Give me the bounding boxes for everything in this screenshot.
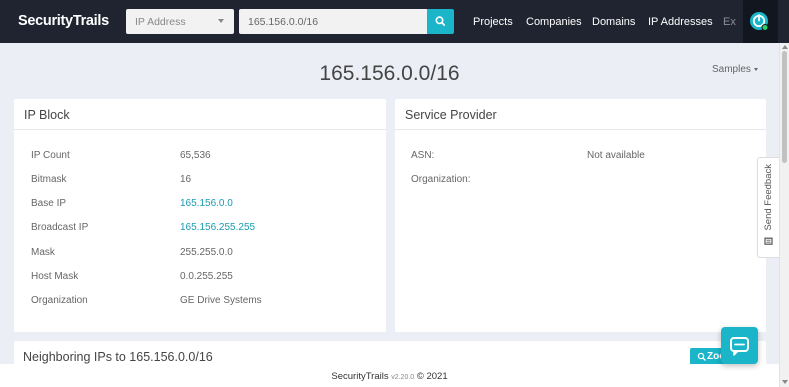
samples-dropdown[interactable]: Samples [712, 64, 758, 75]
row-value-asn: Not available [587, 150, 645, 161]
service-provider-header: Service Provider [395, 99, 766, 130]
search-type-value: IP Address [135, 16, 186, 28]
chevron-down-icon [218, 19, 224, 23]
user-menu-button[interactable] [743, 0, 778, 43]
search-icon [435, 16, 446, 26]
feedback-icon [764, 237, 774, 245]
samples-label: Samples [712, 64, 751, 75]
row-label-bitmask: Bitmask [31, 174, 67, 185]
row-label-host-mask: Host Mask [31, 271, 79, 282]
row-value-host-mask: 0.0.255.255 [180, 271, 233, 282]
ip-block-header: IP Block [14, 99, 386, 130]
search-button[interactable] [427, 9, 454, 34]
row-value-ip-count: 65,536 [180, 150, 211, 161]
ip-block-title: IP Block [24, 108, 70, 122]
scroll-up-icon[interactable] [782, 45, 788, 49]
neighboring-ips-title: Neighboring IPs to 165.156.0.0/16 [23, 350, 213, 364]
service-provider-title: Service Provider [405, 108, 497, 122]
service-provider-card: Service Provider ASN: Not available Orga… [395, 99, 766, 332]
footer-brand: SecurityTrails [331, 371, 389, 382]
row-value-bitmask: 16 [180, 174, 192, 185]
row-label-mask: Mask [31, 247, 55, 258]
nav-projects[interactable]: Projects [473, 16, 513, 28]
search-type-select[interactable]: IP Address [126, 9, 234, 34]
nav-overflow-label: Ex [723, 16, 736, 28]
page-title: 165.156.0.0/16 [319, 62, 460, 85]
nav-companies[interactable]: Companies [526, 16, 582, 28]
row-label-ip-count: IP Count [31, 150, 70, 161]
footer-copyright: © 2021 [416, 371, 448, 382]
row-label-organization: Organization [31, 295, 88, 306]
power-icon [750, 12, 769, 31]
nav-domains[interactable]: Domains [592, 16, 635, 28]
send-feedback-tab[interactable]: Send Feedback [757, 157, 779, 258]
row-label-asn: ASN: [411, 150, 435, 161]
chat-icon [730, 337, 749, 356]
nav-ip-addresses[interactable]: IP Addresses [648, 16, 713, 28]
scrollbar-thumb[interactable] [782, 51, 787, 163]
broadcast-ip-link[interactable]: 165.156.255.255 [180, 222, 255, 233]
row-label-sp-organization: Organization: [411, 174, 471, 185]
base-ip-link[interactable]: 165.156.0.0 [180, 198, 233, 209]
row-label-broadcast-ip: Broadcast IP [31, 222, 89, 233]
footer: SecurityTrails v2.20.0 © 2021 [0, 364, 779, 387]
scroll-down-icon[interactable] [782, 380, 788, 384]
chevron-down-icon [753, 67, 758, 71]
row-value-mask: 255.255.0.0 [180, 247, 233, 258]
footer-version: v2.20.0 [391, 374, 415, 381]
page-scrollbar[interactable] [779, 43, 789, 387]
ip-block-card: IP Block IP Count 65,536 Bitmask 16 Base… [14, 99, 386, 332]
row-label-base-ip: Base IP [31, 198, 67, 209]
row-value-organization: GE Drive Systems [180, 295, 262, 306]
nav-overflow[interactable]: Ex [720, 0, 744, 43]
logo[interactable]: SecurityTrails [18, 13, 109, 29]
send-feedback-label: Send Feedback [763, 164, 774, 245]
send-feedback-text: Send Feedback [763, 164, 774, 231]
search-input[interactable] [239, 9, 429, 34]
navbar: SecurityTrails IP Address Projects Compa… [0, 0, 789, 43]
chat-button[interactable] [721, 327, 758, 364]
